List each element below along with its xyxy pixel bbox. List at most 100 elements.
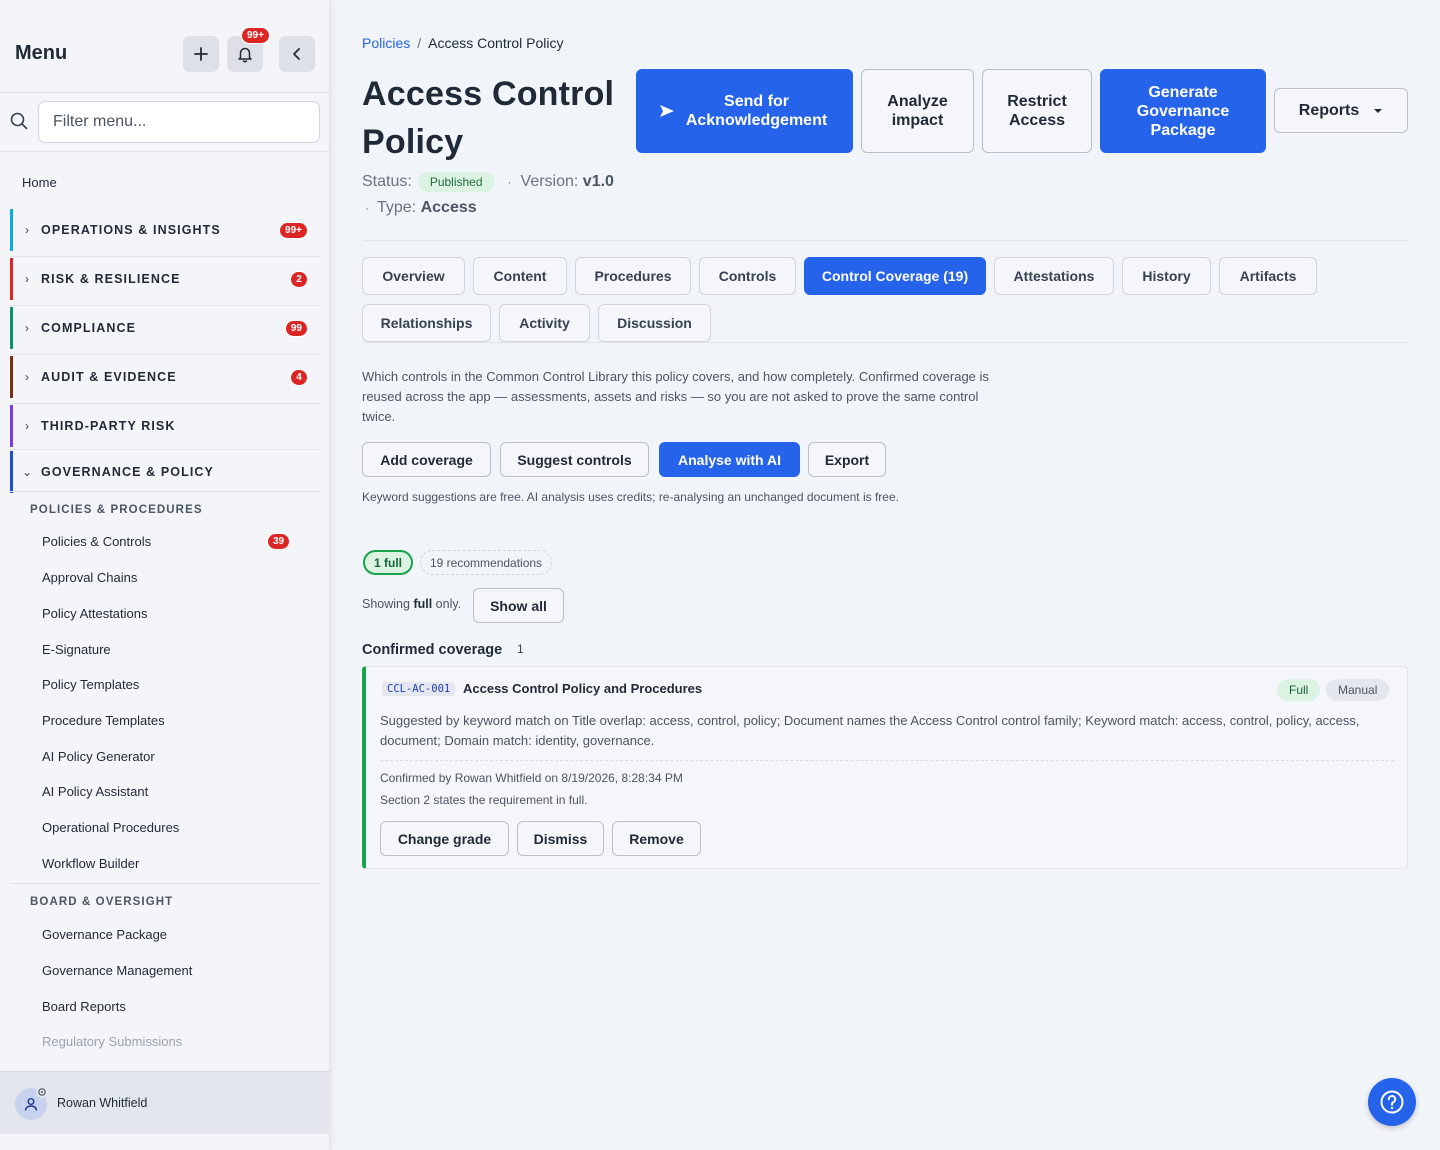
section-label-policies-procedures: POLICIES & PROCEDURES xyxy=(30,504,203,516)
breadcrumb-current: Access Control Policy xyxy=(428,35,564,51)
tab-attestations[interactable]: Attestations xyxy=(994,257,1114,295)
sidebar-group-label: GOVERNANCE & POLICY xyxy=(41,465,214,479)
send-for-acknowledgement-button[interactable]: Send for Acknowledgement xyxy=(636,69,853,153)
suggestion-reason: Suggested by keyword match on Title over… xyxy=(380,713,1360,748)
sidebar-item-workflow-builder[interactable]: Workflow Builder xyxy=(42,856,139,871)
show-all-button[interactable]: Show all xyxy=(473,588,564,623)
divider xyxy=(380,760,1394,761)
tab-artifacts[interactable]: Artifacts xyxy=(1219,257,1317,295)
count-badge: 99 xyxy=(284,319,308,337)
version-value: v1.0 xyxy=(582,173,614,190)
collapse-sidebar-button[interactable] xyxy=(279,36,315,72)
help-icon xyxy=(1380,1090,1404,1114)
sidebar-item-policy-attestations[interactable]: Policy Attestations xyxy=(42,606,148,621)
showing-suffix: only. xyxy=(435,597,462,611)
dismiss-button[interactable]: Dismiss xyxy=(517,821,604,856)
main-content: Policies / Access Control Policy Access Co… xyxy=(331,0,1440,1150)
export-button[interactable]: Export xyxy=(808,442,886,477)
sidebar-title: Menu xyxy=(15,42,68,64)
filter-chip-full[interactable]: 1 full xyxy=(363,550,414,575)
sidebar-group-governance-policy[interactable]: ⌄ GOVERNANCE & POLICY xyxy=(10,451,320,493)
user-icon xyxy=(24,1098,38,1111)
sidebar-group-label: RISK & RESILIENCE xyxy=(41,272,181,286)
sidebar-group-operations-insights[interactable]: › OPERATIONS & INSIGHTS 99+ xyxy=(10,209,320,251)
change-grade-button[interactable]: Change grade xyxy=(380,821,509,856)
sidebar-item-board-reports[interactable]: Board Reports xyxy=(42,999,126,1014)
sidebar-header: Menu 99+ xyxy=(0,0,330,93)
notification-badge: 99+ xyxy=(241,27,270,44)
user-panel[interactable]: Rowan Whitfield xyxy=(0,1071,330,1134)
help-button[interactable] xyxy=(1368,1078,1416,1126)
confirmed-by-text: Confirmed by Rowan Whitfield on 8/19/202… xyxy=(380,771,683,785)
sidebar-item-policy-templates[interactable]: Policy Templates xyxy=(42,677,139,692)
sidebar-group-audit-evidence[interactable]: › AUDIT & EVIDENCE 4 xyxy=(10,356,320,398)
chevron-left-icon xyxy=(293,48,300,60)
sidebar-item-governance-management[interactable]: Governance Management xyxy=(42,963,192,978)
add-button[interactable] xyxy=(183,36,219,72)
sidebar-group-third-party-risk[interactable]: › THIRD-PARTY RISK xyxy=(10,405,320,447)
sidebar-item-approval-chains[interactable]: Approval Chains xyxy=(42,570,137,585)
filter-menu-input[interactable] xyxy=(38,101,320,143)
sidebar-item-procedure-templates[interactable]: Procedure Templates xyxy=(42,713,165,728)
credits-note: Keyword suggestions are free. AI analysi… xyxy=(362,490,899,504)
divider xyxy=(10,449,320,450)
showing-filter: full xyxy=(413,597,433,611)
control-name: Access Control Policy and Procedures xyxy=(463,681,703,696)
sidebar-item-home[interactable]: Home xyxy=(22,175,57,190)
button-label: Send for Acknowledgement xyxy=(685,93,828,129)
tab-activity[interactable]: Activity xyxy=(499,304,590,342)
divider xyxy=(10,403,320,404)
analyze-impact-button[interactable]: Analyze impact xyxy=(861,69,974,153)
sidebar-item-ai-policy-generator[interactable]: AI Policy Generator xyxy=(42,749,155,764)
sidebar-group-risk-resilience[interactable]: › RISK & RESILIENCE 2 xyxy=(10,258,320,300)
button-label: Generate Governance Package xyxy=(1136,83,1230,139)
count-badge: 2 xyxy=(290,270,308,288)
tab-discussion[interactable]: Discussion xyxy=(598,304,711,342)
add-coverage-button[interactable]: Add coverage xyxy=(362,442,491,477)
tab-content[interactable]: Content xyxy=(473,257,567,295)
status-label: Status: xyxy=(362,173,412,190)
sidebar-filter xyxy=(0,93,330,152)
divider xyxy=(10,305,320,306)
tab-procedures[interactable]: Procedures xyxy=(575,257,691,295)
divider xyxy=(362,240,1408,241)
chevron-right-icon: › xyxy=(25,370,29,384)
breadcrumb-separator: / xyxy=(417,35,422,51)
policy-type: · Type: Access xyxy=(362,199,477,217)
sidebar-item-governance-package[interactable]: Governance Package xyxy=(42,927,167,942)
remove-button[interactable]: Remove xyxy=(612,821,701,856)
sidebar-item-ai-policy-assistant[interactable]: AI Policy Assistant xyxy=(42,784,148,799)
reports-dropdown[interactable]: Reports xyxy=(1274,88,1408,133)
sidebar-item-policies-controls[interactable]: Policies & Controls xyxy=(42,534,151,549)
divider xyxy=(10,354,320,355)
restrict-access-button[interactable]: Restrict Access xyxy=(982,69,1092,153)
suggest-controls-button[interactable]: Suggest controls xyxy=(500,442,649,477)
sidebar-item-regulatory-submissions[interactable]: Regulatory Submissions xyxy=(42,1034,182,1049)
sidebar-item-e-signature[interactable]: E-Signature xyxy=(42,642,111,657)
tab-relationships[interactable]: Relationships xyxy=(362,304,491,342)
sidebar-group-compliance[interactable]: › COMPLIANCE 99 xyxy=(10,307,320,349)
type-label: Type: xyxy=(377,199,417,216)
button-label: Restrict Access xyxy=(1007,93,1067,129)
analyse-with-ai-button[interactable]: Analyse with AI xyxy=(659,442,800,477)
tab-overview[interactable]: Overview xyxy=(362,257,465,295)
plus-icon xyxy=(194,47,208,61)
divider xyxy=(10,883,320,884)
divider xyxy=(10,256,320,257)
breadcrumb-link-policies[interactable]: Policies xyxy=(362,35,410,51)
sidebar-item-operational-procedures[interactable]: Operational Procedures xyxy=(42,820,179,835)
button-label: Reports xyxy=(1298,101,1360,119)
user-name: Rowan Whitfield xyxy=(57,1096,148,1110)
generate-governance-package-button[interactable]: Generate Governance Package xyxy=(1100,69,1266,153)
tab-control-coverage[interactable]: Control Coverage (19) xyxy=(804,257,986,295)
section-label-board-oversight: BOARD & OVERSIGHT xyxy=(30,896,174,908)
status-badge: Published xyxy=(417,172,495,192)
divider xyxy=(10,491,320,492)
sidebar-group-label: OPERATIONS & INSIGHTS xyxy=(41,223,221,237)
send-icon xyxy=(659,105,674,117)
version-label: Version: xyxy=(520,173,579,190)
control-code: CCL-AC-001 xyxy=(382,682,456,696)
tab-controls[interactable]: Controls xyxy=(699,257,796,295)
tab-history[interactable]: History xyxy=(1122,257,1211,295)
filter-chip-recommendations[interactable]: 19 recommendations xyxy=(420,550,553,575)
